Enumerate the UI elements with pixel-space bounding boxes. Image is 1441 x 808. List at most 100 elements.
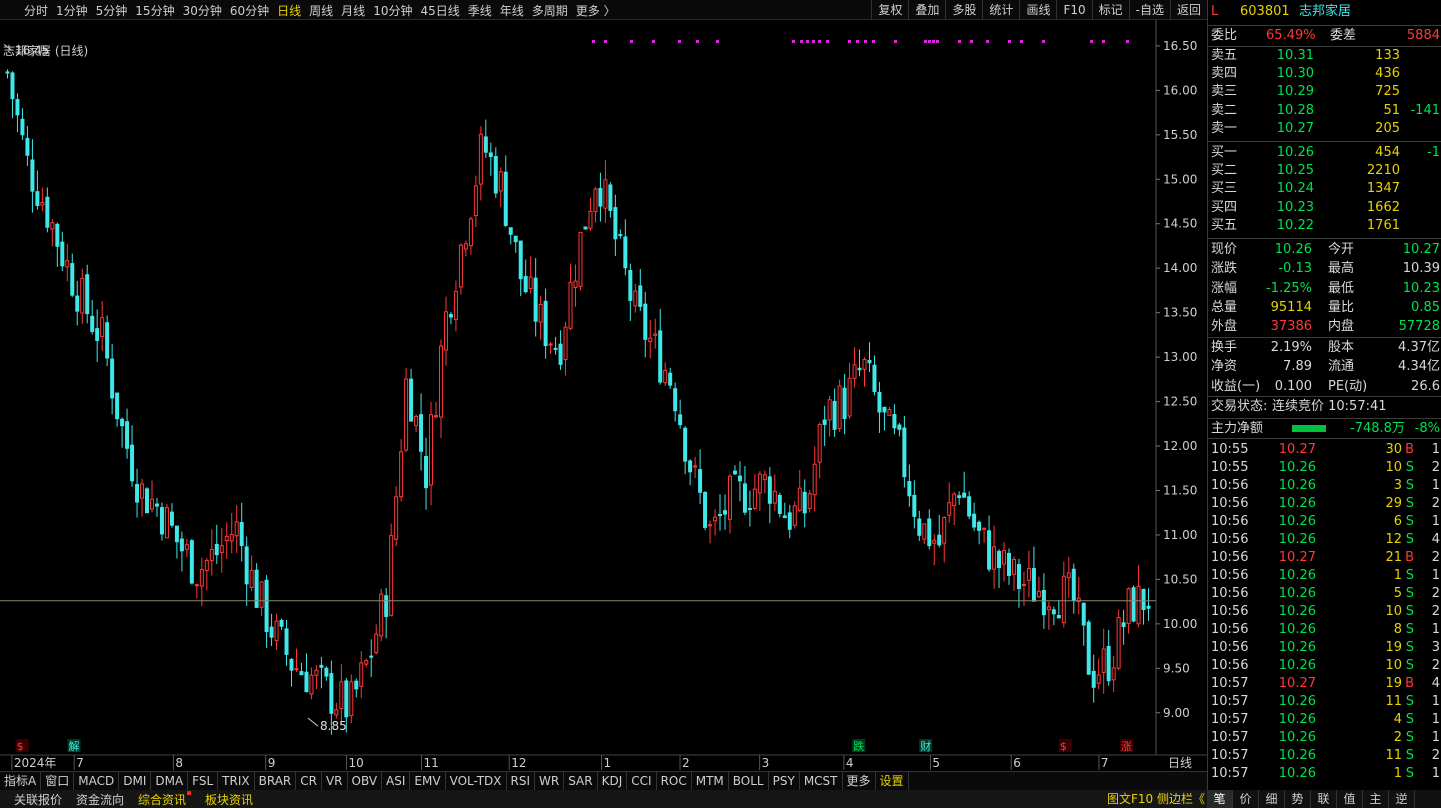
candle-body: [817, 424, 822, 463]
tool-button-1[interactable]: 叠加: [908, 0, 945, 20]
indicator-tab-2[interactable]: MACD: [74, 772, 120, 790]
trade-status-row: 交易状态: 连续竞价 10:57:41: [1208, 398, 1441, 416]
panel-tab-7[interactable]: 逆: [1389, 790, 1415, 808]
period-tab-5[interactable]: 60分钟: [230, 2, 269, 19]
indicator-tab-15[interactable]: WR: [535, 772, 565, 790]
period-tab-8[interactable]: 月线: [341, 2, 365, 19]
bid-price: 10.24: [1276, 181, 1314, 197]
candlestick-svg[interactable]: 16.50 16.00 15.50 15.00 14.50 14.00 13.50 13.00…: [0, 20, 1207, 772]
tool-button-2[interactable]: 多股: [945, 0, 982, 20]
period-tab-4[interactable]: 30分钟: [183, 2, 222, 19]
indicator-tab-4[interactable]: DMA: [151, 772, 189, 790]
stock-code[interactable]: 603801: [1240, 3, 1290, 21]
candle-body: [60, 241, 65, 267]
link-news[interactable]: 综合资讯: [138, 790, 192, 808]
kline-chart[interactable]: 16.50 16.00 15.50 15.00 14.50 14.00 13.50 13.00…: [0, 20, 1207, 772]
indicator-tab-23[interactable]: MCST: [800, 772, 843, 790]
candle-body: [872, 364, 877, 392]
candle-body: [683, 427, 688, 462]
period-tab-2[interactable]: 5分钟: [96, 2, 128, 19]
bid-label: 买二: [1211, 163, 1238, 179]
period-tab-10[interactable]: 45日线: [420, 2, 459, 19]
period-tab-11[interactable]: 季线: [468, 2, 492, 19]
event-marker[interactable]: 财: [920, 739, 931, 753]
x-tick-label: 2024年: [14, 756, 57, 770]
period-tab-6[interactable]: 日线: [277, 2, 301, 19]
indicator-tab-21[interactable]: BOLL: [729, 772, 769, 790]
candle-body: [443, 311, 448, 351]
link-fund-flow[interactable]: 资金流向: [76, 791, 124, 808]
indicator-tab-7[interactable]: BRAR: [255, 772, 297, 790]
event-marker[interactable]: 解: [69, 739, 80, 753]
indicator-tab-0[interactable]: 指标A: [0, 772, 42, 790]
candle-body: [703, 491, 708, 528]
indicator-tab-16[interactable]: SAR: [564, 772, 598, 790]
candle-body: [538, 303, 543, 323]
panel-tab-3[interactable]: 势: [1285, 790, 1311, 808]
period-tab-13[interactable]: 多周期: [532, 2, 568, 19]
indicator-tab-13[interactable]: VOL-TDX: [446, 772, 507, 790]
candle-body: [254, 569, 259, 608]
panel-tab-1[interactable]: 价: [1233, 790, 1259, 808]
indicator-tab-19[interactable]: ROC: [657, 772, 692, 790]
tool-button-3[interactable]: 统计: [982, 0, 1019, 20]
indicator-tab-10[interactable]: OBV: [348, 772, 383, 790]
indicator-tab-20[interactable]: MTM: [692, 772, 729, 790]
candle-body: [284, 628, 289, 655]
event-marker[interactable]: $: [1060, 740, 1067, 753]
main-flow-pct: -8%: [1414, 421, 1440, 436]
candle-body: [832, 400, 837, 430]
tick-row: 10:56 10.26 19 S 3: [1208, 639, 1441, 657]
period-tab-7[interactable]: 周线: [309, 2, 333, 19]
indicator-tab-5[interactable]: FSL: [188, 772, 219, 790]
tool-button-0[interactable]: 复权: [871, 0, 908, 20]
panel-tab-6[interactable]: 主: [1363, 790, 1389, 808]
period-tab-3[interactable]: 15分钟: [135, 2, 174, 19]
indicator-tab-8[interactable]: CR: [296, 772, 322, 790]
panel-tab-5[interactable]: 值: [1337, 790, 1363, 808]
indicator-tab-24[interactable]: 更多: [843, 772, 876, 790]
event-marker[interactable]: 涨: [1121, 740, 1132, 753]
event-marker[interactable]: $: [17, 740, 24, 753]
indicator-tab-11[interactable]: ASI: [382, 772, 411, 790]
tick-time: 10:56: [1211, 550, 1249, 565]
period-tab-14[interactable]: 更多 〉: [576, 2, 616, 19]
indicator-tab-14[interactable]: RSI: [507, 772, 536, 790]
panel-tab-0[interactable]: 笔: [1207, 790, 1233, 808]
link-related-quote[interactable]: 关联报价: [14, 791, 62, 808]
indicator-tab-9[interactable]: VR: [322, 772, 348, 790]
indicator-tab-12[interactable]: EMV: [410, 772, 446, 790]
tool-button-5[interactable]: F10: [1056, 0, 1091, 20]
period-tab-1[interactable]: 1分钟: [56, 2, 88, 19]
link-sector-news[interactable]: 板块资讯: [205, 791, 253, 808]
candle-body: [130, 444, 135, 482]
tool-button-7[interactable]: -自选: [1128, 0, 1170, 20]
panel-tab-2[interactable]: 细: [1259, 790, 1285, 808]
indicator-tab-22[interactable]: PSY: [769, 772, 800, 790]
period-tab-9[interactable]: 10分钟: [373, 2, 412, 19]
candle-body: [623, 236, 628, 269]
f10-sidebar-link[interactable]: 图文F10 侧边栏《: [1107, 790, 1205, 808]
indicator-tab-1[interactable]: 窗口: [41, 772, 75, 790]
candle-body: [234, 521, 239, 537]
indicator-tab-25[interactable]: 设置: [876, 772, 909, 790]
indicator-tab-3[interactable]: DMI: [119, 772, 152, 790]
indicator-tab-17[interactable]: KDJ: [598, 772, 628, 790]
candle-body: [932, 539, 937, 544]
panel-tab-4[interactable]: 联: [1311, 790, 1337, 808]
period-tab-12[interactable]: 年线: [500, 2, 524, 19]
tick-price: 10.27: [1278, 550, 1316, 565]
tool-button-6[interactable]: 标记: [1091, 0, 1129, 20]
candle-body: [802, 491, 807, 514]
indicator-tab-6[interactable]: TRIX: [218, 772, 255, 790]
tick-volume: 5: [1393, 586, 1402, 601]
tick-count: 2: [1431, 658, 1440, 673]
tool-button-8[interactable]: 返回: [1169, 0, 1207, 20]
period-tab-0[interactable]: 分时: [24, 2, 48, 19]
chart-title: 志邦家居 (日线): [3, 44, 89, 58]
indicator-tab-18[interactable]: CCI: [627, 772, 657, 790]
stock-name[interactable]: 志邦家居: [1299, 3, 1351, 21]
event-marker[interactable]: 跌: [853, 739, 864, 753]
tool-button-4[interactable]: 画线: [1019, 0, 1056, 20]
candle-body: [897, 424, 902, 430]
